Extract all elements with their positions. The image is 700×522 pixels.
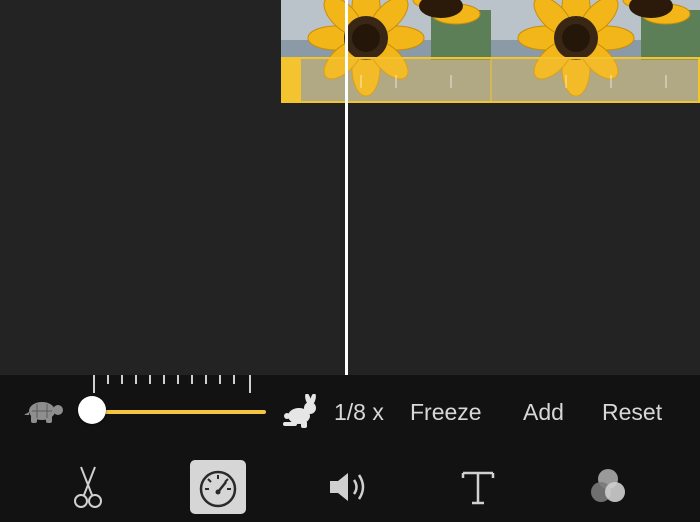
speedometer-icon	[199, 470, 237, 508]
playhead[interactable]	[345, 0, 348, 375]
add-button[interactable]: Add	[523, 398, 564, 426]
reset-button[interactable]: Reset	[602, 398, 662, 426]
volume-tool-button[interactable]	[320, 460, 376, 514]
speed-scale-ticks	[93, 375, 251, 393]
clip-thumbnails	[281, 0, 700, 103]
speaker-icon	[330, 473, 365, 501]
speed-value-label: 1/8 x	[334, 399, 384, 425]
speed-slider-knob[interactable]	[78, 396, 106, 424]
speed-slider-track[interactable]	[92, 410, 266, 414]
scissors-icon	[74, 466, 102, 508]
scissors-tool-button[interactable]	[60, 460, 116, 514]
timeline[interactable]	[0, 0, 700, 375]
speed-tool-button[interactable]	[190, 460, 246, 514]
filters-tool-button[interactable]	[580, 460, 636, 514]
text-icon	[461, 471, 495, 505]
rabbit-icon	[283, 394, 316, 428]
video-clip[interactable]	[281, 0, 700, 103]
text-tool-button[interactable]	[450, 460, 506, 514]
freeze-button[interactable]: Freeze	[410, 398, 482, 426]
turtle-icon	[24, 402, 63, 423]
filters-icon	[591, 469, 625, 502]
clip-trim-handle[interactable]	[281, 58, 301, 103]
